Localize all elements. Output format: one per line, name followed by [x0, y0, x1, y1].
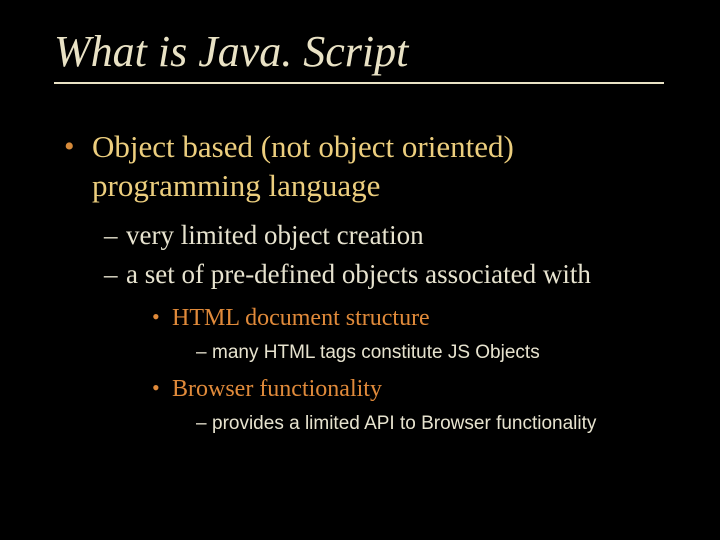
slide: What is Java. Script Object based (not o… [0, 0, 720, 540]
bullet-text: provides a limited API to Browser functi… [212, 413, 596, 434]
bullet-list-level4: provides a limited API to Browser functi… [196, 411, 680, 438]
title-underline [54, 82, 664, 84]
bullet-list-level2: very limited object creation a set of pr… [104, 218, 680, 438]
bullet-text: HTML document structure [172, 305, 430, 331]
bullet-list-level3: HTML document structure many HTML tags c… [152, 302, 680, 438]
list-item: Browser functionality provides a limited… [152, 373, 680, 438]
list-item: many HTML tags constitute JS Objects [196, 340, 680, 367]
bullet-text: Object based (not object oriented) progr… [92, 129, 514, 203]
bullet-list-level4: many HTML tags constitute JS Objects [196, 340, 680, 367]
slide-title: What is Java. Script [54, 28, 680, 76]
bullet-text: a set of pre-defined objects associated … [126, 259, 591, 289]
list-item: Object based (not object oriented) progr… [64, 128, 680, 438]
bullet-text: many HTML tags constitute JS Objects [212, 342, 540, 363]
list-item: provides a limited API to Browser functi… [196, 411, 680, 438]
bullet-text: Browser functionality [172, 376, 382, 402]
list-item: HTML document structure many HTML tags c… [152, 302, 680, 367]
list-item: a set of pre-defined objects associated … [104, 257, 680, 438]
bullet-list-level1: Object based (not object oriented) progr… [64, 128, 680, 438]
bullet-text: very limited object creation [126, 220, 424, 250]
list-item: very limited object creation [104, 218, 680, 253]
